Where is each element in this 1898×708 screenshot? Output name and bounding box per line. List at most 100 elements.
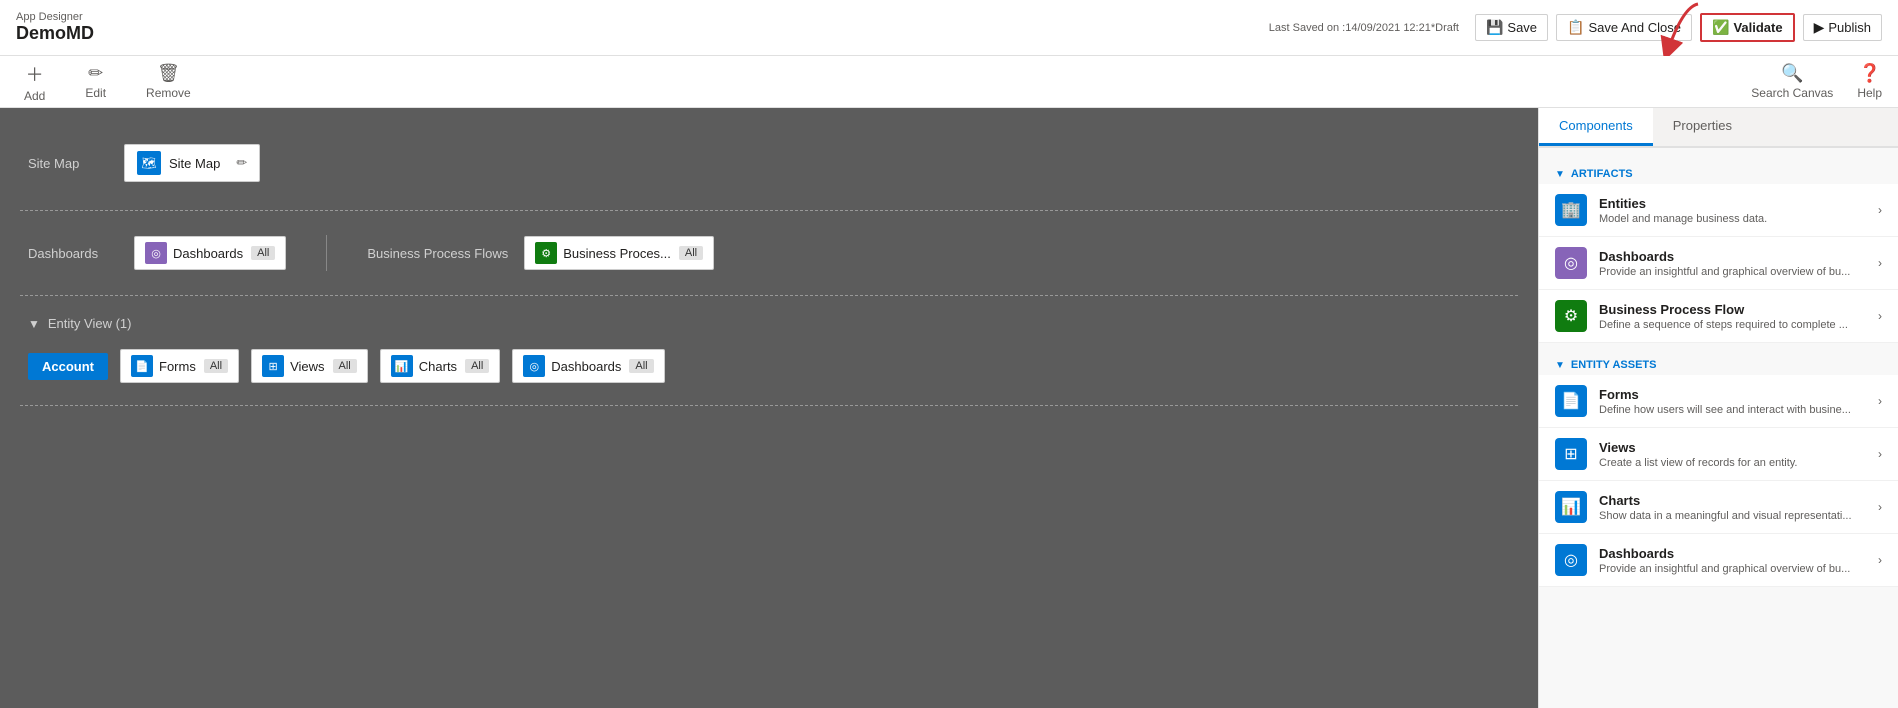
panel-views-icon: ⊞ <box>1555 438 1587 470</box>
edit-icon: ✏ <box>88 63 103 84</box>
site-map-icon: 🗺 <box>137 151 161 175</box>
entity-dashboards-box[interactable]: ◎ Dashboards All <box>512 349 664 383</box>
app-title: DemoMD <box>16 23 94 44</box>
site-map-box[interactable]: 🗺 Site Map ✏ <box>124 144 260 182</box>
views-icon: ⊞ <box>262 355 284 377</box>
bpf-box[interactable]: ⚙ Business Proces... All <box>524 236 714 270</box>
vertical-divider <box>326 235 327 271</box>
panel-bpf-icon: ⚙ <box>1555 300 1587 332</box>
panel-forms-icon: 📄 <box>1555 385 1587 417</box>
bpf-icon: ⚙ <box>535 242 557 264</box>
help-button[interactable]: ❓ Help <box>1857 63 1882 100</box>
panel-charts-chevron: › <box>1878 500 1882 514</box>
top-header: App Designer DemoMD Last Saved on :14/09… <box>0 0 1898 56</box>
entities-item[interactable]: 🏢 Entities Model and manage business dat… <box>1539 184 1898 237</box>
panel-views-chevron: › <box>1878 447 1882 461</box>
save-icon: 💾 <box>1486 19 1503 36</box>
forms-all-badge: All <box>204 359 228 373</box>
remove-icon: 🗑 <box>157 63 180 84</box>
right-panel-tabs: Components Properties <box>1539 108 1898 148</box>
entity-view-header: ▼ Entity View (1) <box>20 308 1518 339</box>
canvas-area: Site Map 🗺 Site Map ✏ Dashboards ◎ Dashb… <box>0 108 1538 708</box>
toolbar: ＋ Add ✏ Edit 🗑 Remove 🔍 Search Canvas ❓ … <box>0 56 1898 108</box>
panel-forms-text: Forms Define how users will see and inte… <box>1599 387 1866 416</box>
panel-forms-item[interactable]: 📄 Forms Define how users will see and in… <box>1539 375 1898 428</box>
dashboards-box[interactable]: ◎ Dashboards All <box>134 236 286 270</box>
charts-icon: 📊 <box>391 355 413 377</box>
entities-text: Entities Model and manage business data. <box>1599 196 1866 225</box>
charts-box[interactable]: 📊 Charts All <box>380 349 501 383</box>
save-button[interactable]: 💾 Save <box>1475 14 1548 41</box>
panel-bpf-chevron: › <box>1878 309 1882 323</box>
panel-forms-chevron: › <box>1878 394 1882 408</box>
bpf-all-badge: All <box>679 246 703 260</box>
section-divider-2 <box>20 295 1518 296</box>
dashboards-row: Dashboards ◎ Dashboards All Business Pro… <box>20 223 1518 283</box>
site-map-edit-icon[interactable]: ✏ <box>236 155 247 171</box>
panel-bpf-item[interactable]: ⚙ Business Process Flow Define a sequenc… <box>1539 290 1898 343</box>
search-canvas-button[interactable]: 🔍 Search Canvas <box>1751 63 1833 100</box>
panel-dashboards-item[interactable]: ◎ Dashboards Provide an insightful and g… <box>1539 237 1898 290</box>
panel-bpf-text: Business Process Flow Define a sequence … <box>1599 302 1866 331</box>
main-layout: Site Map 🗺 Site Map ✏ Dashboards ◎ Dashb… <box>0 108 1898 708</box>
section-divider-1 <box>20 210 1518 211</box>
entity-row: Account 📄 Forms All ⊞ Views All 📊 Charts <box>20 339 1518 393</box>
entity-assets-collapse-icon[interactable]: ▼ <box>1555 360 1565 371</box>
artifacts-section: ▼ ARTIFACTS <box>1539 160 1898 184</box>
forms-box[interactable]: 📄 Forms All <box>120 349 239 383</box>
validate-icon: ✅ <box>1712 19 1729 36</box>
entity-assets-section: ▼ ENTITY ASSETS <box>1539 351 1898 375</box>
header-actions: Last Saved on :14/09/2021 12:21*Draft 💾 … <box>1269 13 1882 42</box>
dashboards-all-badge: All <box>251 246 275 260</box>
panel-views-item[interactable]: ⊞ Views Create a list view of records fo… <box>1539 428 1898 481</box>
publish-button[interactable]: ▶ Publish <box>1803 14 1882 41</box>
entities-chevron: › <box>1878 203 1882 217</box>
toolbar-right: 🔍 Search Canvas ❓ Help <box>1751 63 1882 100</box>
site-map-row: Site Map 🗺 Site Map ✏ <box>20 128 1518 198</box>
entities-icon: 🏢 <box>1555 194 1587 226</box>
panel-dashboards-chevron: › <box>1878 256 1882 270</box>
validate-button[interactable]: ✅ Validate <box>1700 13 1795 42</box>
app-branding: App Designer DemoMD <box>16 11 94 44</box>
views-all-badge: All <box>333 359 357 373</box>
tab-properties[interactable]: Properties <box>1653 108 1752 146</box>
panel-charts-icon: 📊 <box>1555 491 1587 523</box>
edit-button[interactable]: ✏ Edit <box>77 59 114 104</box>
charts-all-badge: All <box>465 359 489 373</box>
save-close-icon: 📋 <box>1567 19 1584 36</box>
account-button[interactable]: Account <box>28 353 108 380</box>
panel-asset-dashboards-chevron: › <box>1878 553 1882 567</box>
panel-dashboards-icon: ◎ <box>1555 247 1587 279</box>
toolbar-left: ＋ Add ✏ Edit 🗑 Remove <box>16 57 199 107</box>
views-box[interactable]: ⊞ Views All <box>251 349 368 383</box>
add-button[interactable]: ＋ Add <box>16 57 53 107</box>
remove-button[interactable]: 🗑 Remove <box>138 59 199 104</box>
panel-charts-item[interactable]: 📊 Charts Show data in a meaningful and v… <box>1539 481 1898 534</box>
tab-components[interactable]: Components <box>1539 108 1653 146</box>
search-icon: 🔍 <box>1781 63 1803 84</box>
publish-icon: ▶ <box>1814 19 1825 36</box>
help-icon: ❓ <box>1858 63 1880 84</box>
entity-dashboards-all-badge: All <box>629 359 653 373</box>
panel-views-text: Views Create a list view of records for … <box>1599 440 1866 469</box>
last-saved-text: Last Saved on :14/09/2021 12:21*Draft <box>1269 22 1459 34</box>
panel-charts-text: Charts Show data in a meaningful and vis… <box>1599 493 1866 522</box>
panel-asset-dashboards-text: Dashboards Provide an insightful and gra… <box>1599 546 1866 575</box>
save-close-button[interactable]: 📋 Save And Close <box>1556 14 1692 41</box>
dashboards-label: Dashboards <box>28 246 118 261</box>
panel-asset-dashboards-item[interactable]: ◎ Dashboards Provide an insightful and g… <box>1539 534 1898 587</box>
section-divider-3 <box>20 405 1518 406</box>
right-panel: Components Properties ▼ ARTIFACTS 🏢 Enti… <box>1538 108 1898 708</box>
entity-dashboards-icon: ◎ <box>523 355 545 377</box>
right-panel-content: ▼ ARTIFACTS 🏢 Entities Model and manage … <box>1539 148 1898 708</box>
artifacts-collapse-icon[interactable]: ▼ <box>1555 169 1565 180</box>
forms-icon: 📄 <box>131 355 153 377</box>
panel-asset-dashboards-icon: ◎ <box>1555 544 1587 576</box>
site-map-section-label: Site Map <box>28 156 108 171</box>
canvas-scroll: Site Map 🗺 Site Map ✏ Dashboards ◎ Dashb… <box>0 108 1538 708</box>
dashboards-icon: ◎ <box>145 242 167 264</box>
panel-dashboards-text: Dashboards Provide an insightful and gra… <box>1599 249 1866 278</box>
collapse-icon[interactable]: ▼ <box>28 317 40 331</box>
app-designer-label: App Designer <box>16 11 94 23</box>
add-icon: ＋ <box>26 61 44 87</box>
